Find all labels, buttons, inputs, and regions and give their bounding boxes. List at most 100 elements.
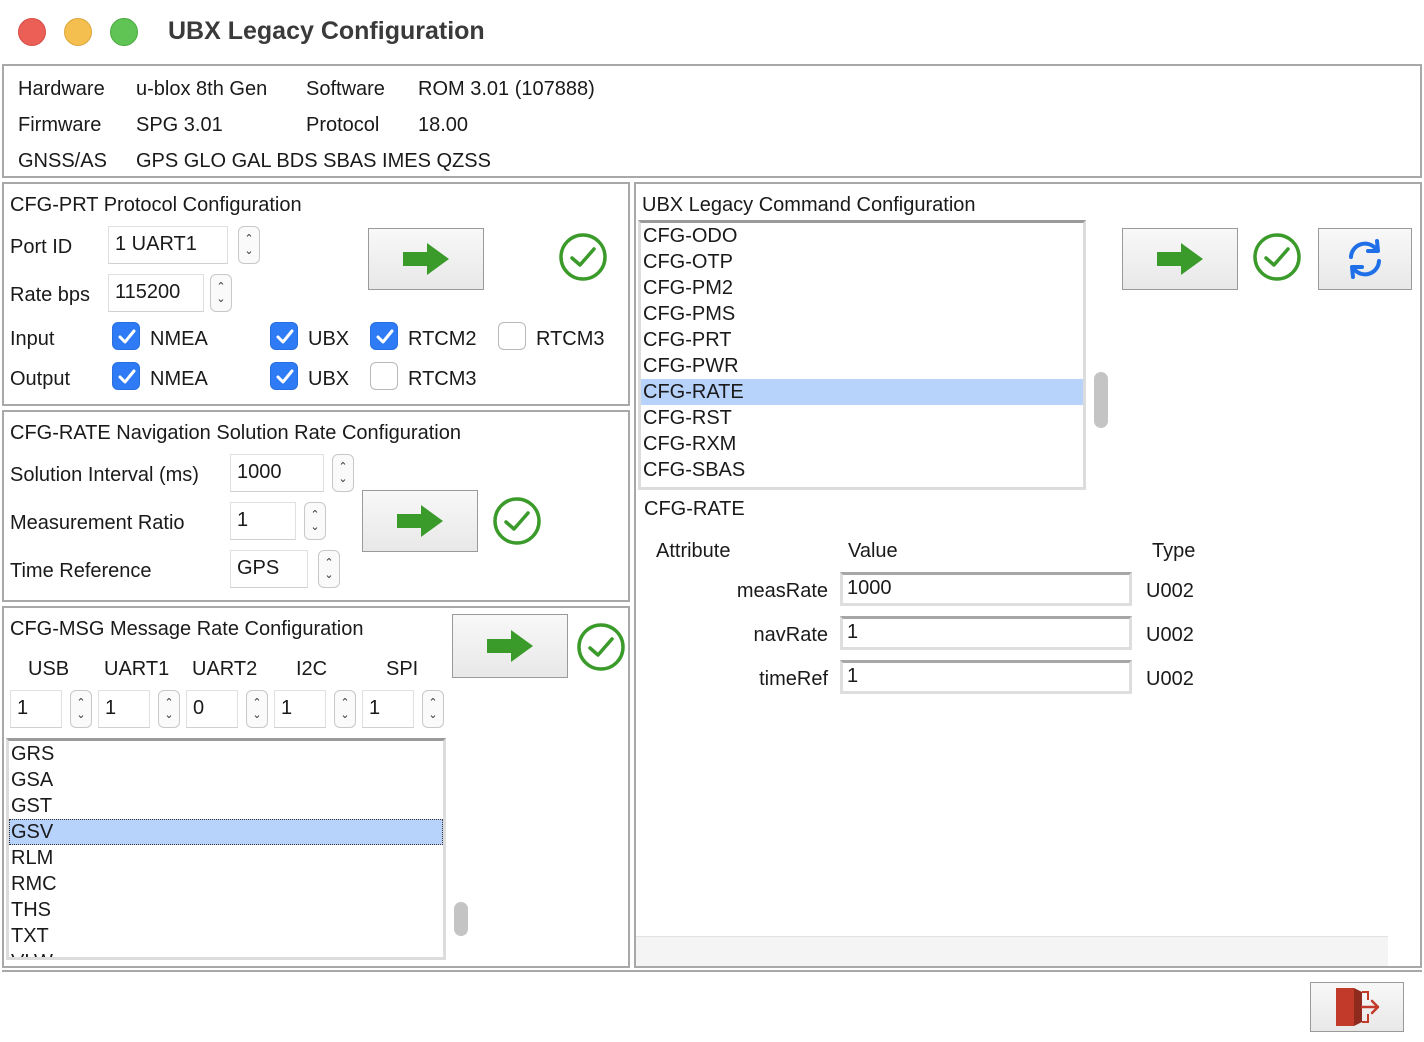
gnss-value: GPS GLO GAL BDS SBAS IMES QZSS bbox=[136, 150, 491, 172]
message-list-item[interactable]: GRS bbox=[9, 741, 443, 767]
input-nmea-label: NMEA bbox=[150, 328, 208, 350]
rate-confirm-check-icon bbox=[493, 497, 541, 545]
uart2-port-label: UART2 bbox=[192, 658, 258, 680]
output-ubx-checkbox[interactable] bbox=[270, 362, 298, 390]
msg-confirm-check-icon bbox=[577, 623, 625, 671]
port-id-stepper[interactable]: ⌃ ⌄ bbox=[238, 226, 260, 264]
command-list-item-selected[interactable]: CFG-RATE bbox=[641, 379, 1083, 405]
message-list-scrollbar[interactable] bbox=[454, 902, 468, 936]
output-nmea-checkbox[interactable] bbox=[112, 362, 140, 390]
window-title: UBX Legacy Configuration bbox=[168, 17, 485, 45]
command-list-scrollbar[interactable] bbox=[1094, 372, 1108, 428]
value-column-header: Value bbox=[848, 540, 898, 562]
command-list-item[interactable]: CFG-PRT bbox=[641, 327, 1083, 353]
command-list-item[interactable]: CFG-RST bbox=[641, 405, 1083, 431]
message-list-item[interactable]: RLM bbox=[9, 845, 443, 871]
uart1-rate-stepper[interactable]: ⌃ ⌄ bbox=[158, 690, 180, 728]
output-rtcm3-checkbox[interactable] bbox=[370, 362, 398, 390]
exit-button[interactable] bbox=[1310, 982, 1404, 1032]
close-window-button[interactable] bbox=[18, 18, 46, 46]
exit-door-icon bbox=[1336, 988, 1380, 1026]
output-rtcm3-label: RTCM3 bbox=[408, 368, 477, 390]
ubx-legacy-config-window: UBX Legacy Configuration Hardware u-blox… bbox=[0, 0, 1424, 1042]
attribute-value-field[interactable]: 1 bbox=[840, 660, 1132, 694]
port-id-label: Port ID bbox=[10, 236, 73, 258]
time-reference-field[interactable]: GPS bbox=[230, 550, 308, 588]
green-right-arrow-icon bbox=[397, 505, 443, 537]
green-right-arrow-icon bbox=[487, 630, 533, 662]
message-list-item[interactable]: THS bbox=[9, 897, 443, 923]
uart1-port-label: UART1 bbox=[104, 658, 170, 680]
maximize-window-button[interactable] bbox=[110, 18, 138, 46]
command-confirm-check-icon bbox=[1253, 233, 1301, 281]
attribute-column-header: Attribute bbox=[656, 540, 731, 562]
i2c-rate-stepper[interactable]: ⌃ ⌄ bbox=[334, 690, 356, 728]
i2c-rate-field[interactable]: 1 bbox=[274, 690, 326, 728]
type-column-header: Type bbox=[1152, 540, 1196, 562]
cfg-msg-title: CFG-MSG Message Rate Configuration bbox=[10, 618, 364, 640]
measurement-ratio-field[interactable]: 1 bbox=[230, 502, 296, 540]
green-right-arrow-icon bbox=[1157, 243, 1203, 275]
command-list-item[interactable]: CFG-OTP bbox=[641, 249, 1083, 275]
port-id-field[interactable]: 1 UART1 bbox=[108, 226, 228, 264]
rate-send-button[interactable] bbox=[362, 490, 478, 552]
input-nmea-checkbox[interactable] bbox=[112, 322, 140, 350]
input-rtcm2-checkbox[interactable] bbox=[370, 322, 398, 350]
output-label: Output bbox=[10, 368, 71, 390]
firmware-label: Firmware bbox=[18, 114, 102, 136]
solution-interval-stepper[interactable]: ⌃ ⌄ bbox=[332, 454, 354, 492]
command-send-button[interactable] bbox=[1122, 228, 1238, 290]
attribute-table: Attribute Value Type measRate 1000 U002 … bbox=[636, 524, 1388, 936]
command-list-item[interactable]: CFG-RXM bbox=[641, 431, 1083, 457]
refresh-button[interactable] bbox=[1318, 228, 1412, 290]
message-list-item[interactable]: GST bbox=[9, 793, 443, 819]
command-list-item[interactable]: CFG-PMS bbox=[641, 301, 1083, 327]
message-list-item[interactable]: GSA bbox=[9, 767, 443, 793]
message-list-item-selected[interactable]: GSV bbox=[9, 819, 443, 845]
spi-rate-field[interactable]: 1 bbox=[362, 690, 414, 728]
attribute-value-field[interactable]: 1000 bbox=[840, 572, 1132, 606]
command-list[interactable]: CFG-ODO CFG-OTP CFG-PM2 CFG-PMS CFG-PRT … bbox=[638, 220, 1086, 490]
attribute-name: timeRef bbox=[759, 668, 828, 690]
cfg-msg-panel: CFG-MSG Message Rate Configuration USB U… bbox=[2, 606, 630, 968]
spi-rate-stepper[interactable]: ⌃ ⌄ bbox=[422, 690, 444, 728]
usb-port-label: USB bbox=[28, 658, 70, 680]
rate-bps-stepper[interactable]: ⌃ ⌄ bbox=[210, 274, 232, 312]
attribute-name: navRate bbox=[753, 624, 829, 646]
input-ubx-checkbox[interactable] bbox=[270, 322, 298, 350]
green-right-arrow-icon bbox=[403, 243, 449, 275]
refresh-icon bbox=[1349, 239, 1381, 279]
message-list[interactable]: GRS GSA GST GSV RLM RMC THS TXT VLW bbox=[6, 738, 446, 960]
i2c-port-label: I2C bbox=[296, 658, 328, 680]
cfg-prt-panel: CFG-PRT Protocol Configuration Port ID 1… bbox=[2, 182, 630, 406]
minimize-window-button[interactable] bbox=[64, 18, 92, 46]
solution-interval-field[interactable]: 1000 bbox=[230, 454, 324, 492]
rate-bps-field[interactable]: 115200 bbox=[108, 274, 204, 312]
usb-rate-field[interactable]: 1 bbox=[10, 690, 62, 728]
usb-rate-stepper[interactable]: ⌃ ⌄ bbox=[70, 690, 92, 728]
attribute-type: U002 bbox=[1146, 580, 1194, 602]
command-list-item[interactable]: CFG-ODO bbox=[641, 223, 1083, 249]
input-rtcm3-checkbox[interactable] bbox=[498, 322, 526, 350]
output-nmea-label: NMEA bbox=[150, 368, 208, 390]
time-reference-stepper[interactable]: ⌃ ⌄ bbox=[318, 550, 340, 588]
device-info-panel: Hardware u-blox 8th Gen Software ROM 3.0… bbox=[2, 64, 1422, 178]
command-list-item[interactable]: CFG-PWR bbox=[641, 353, 1083, 379]
message-list-item[interactable]: TXT bbox=[9, 923, 443, 949]
measurement-ratio-stepper[interactable]: ⌃ ⌄ bbox=[304, 502, 326, 540]
command-list-item[interactable]: CFG-PM2 bbox=[641, 275, 1083, 301]
prt-send-button[interactable] bbox=[368, 228, 484, 290]
attribute-table-hscroll[interactable] bbox=[636, 936, 1388, 966]
uart1-rate-field[interactable]: 1 bbox=[98, 690, 150, 728]
uart2-rate-stepper[interactable]: ⌃ ⌄ bbox=[246, 690, 268, 728]
message-list-item[interactable]: VLW bbox=[9, 949, 443, 957]
message-list-item[interactable]: RMC bbox=[9, 871, 443, 897]
attribute-value-field[interactable]: 1 bbox=[840, 616, 1132, 650]
msg-send-button[interactable] bbox=[452, 614, 568, 678]
ubx-command-panel: UBX Legacy Command Configuration CFG-ODO… bbox=[634, 182, 1422, 968]
input-label: Input bbox=[10, 328, 55, 350]
hardware-label: Hardware bbox=[18, 78, 105, 100]
protocol-label: Protocol bbox=[306, 114, 380, 136]
command-list-item[interactable]: CFG-SBAS bbox=[641, 457, 1083, 483]
uart2-rate-field[interactable]: 0 bbox=[186, 690, 238, 728]
